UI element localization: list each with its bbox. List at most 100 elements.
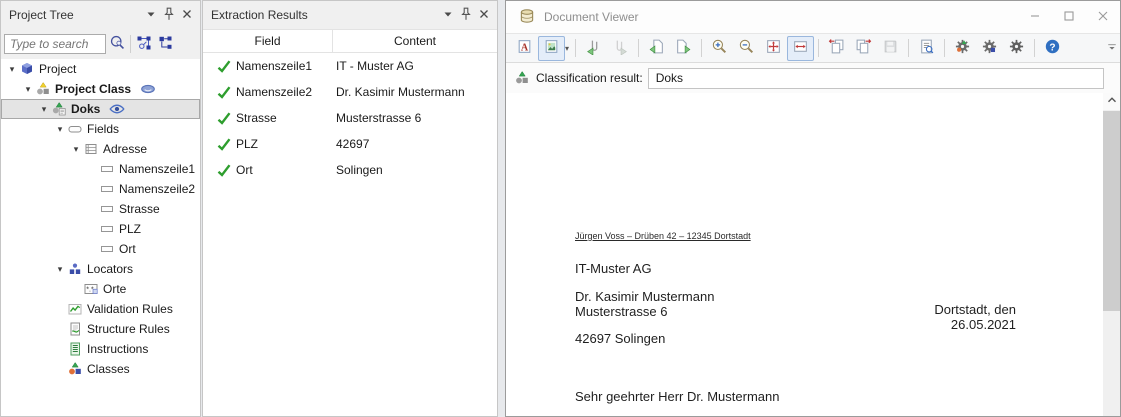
zoom-in-button[interactable] xyxy=(706,36,733,61)
expander-icon[interactable]: ▾ xyxy=(21,84,35,95)
save-icon xyxy=(882,38,899,58)
recognize-button[interactable] xyxy=(913,36,940,61)
column-header-field[interactable]: Field xyxy=(203,30,333,52)
document-page[interactable]: Jürgen Voss – Drüben 42 – 12345 Dortstad… xyxy=(506,93,1120,416)
tree-item-namenszeile2[interactable]: Namenszeile2 xyxy=(1,179,200,199)
project-tree-title: Project Tree xyxy=(9,8,142,22)
overflow-icon xyxy=(1106,41,1118,56)
scrollbar-thumb[interactable] xyxy=(1103,111,1120,311)
document-viewer-icon xyxy=(518,7,536,28)
close-window-button[interactable] xyxy=(1086,3,1120,31)
extraction-row-plz[interactable]: PLZ42697 xyxy=(203,131,497,157)
tree-item-classes[interactable]: Classes xyxy=(1,359,200,379)
toolbar-separator xyxy=(944,39,945,57)
fit-page-button[interactable] xyxy=(760,36,787,61)
previous-document-icon xyxy=(585,38,602,58)
pin-icon xyxy=(458,6,474,25)
field-name: Ort xyxy=(236,163,253,177)
close-panel-button[interactable] xyxy=(178,6,196,24)
tree-item-strasse[interactable]: Strasse xyxy=(1,199,200,219)
classification-value: Doks xyxy=(656,71,683,85)
validation-rules-icon xyxy=(67,301,83,317)
zoom-out-button[interactable] xyxy=(733,36,760,61)
tree-view-button[interactable] xyxy=(155,34,177,54)
verify-gear-button[interactable] xyxy=(976,36,1003,61)
tree-item-namenszeile1[interactable]: Namenszeile1 xyxy=(1,159,200,179)
expander-icon[interactable]: ▾ xyxy=(53,124,67,135)
previous-page-button[interactable] xyxy=(643,36,670,61)
classification-result-field[interactable]: Doks xyxy=(648,68,1104,89)
check-icon xyxy=(216,84,232,100)
check-icon xyxy=(216,110,232,126)
previous-document-button[interactable] xyxy=(580,36,607,61)
tree-item-instructions[interactable]: Instructions xyxy=(1,339,200,359)
tree-item-validation-rules[interactable]: Validation Rules xyxy=(1,299,200,319)
group-icon xyxy=(83,141,99,157)
zoom-out-icon xyxy=(738,38,755,58)
extraction-row-strasse[interactable]: StrasseMusterstrasse 6 xyxy=(203,105,497,131)
image-view-button[interactable] xyxy=(538,36,565,61)
classify-gear-button[interactable] xyxy=(949,36,976,61)
tree-item-doks[interactable]: ▾ Doks xyxy=(1,99,200,119)
search-input[interactable] xyxy=(4,34,106,54)
tree-item-adresse[interactable]: ▾ Adresse xyxy=(1,139,200,159)
toolbar-separator xyxy=(575,39,576,57)
extraction-row-ort[interactable]: OrtSolingen xyxy=(203,157,497,183)
dropdown-arrow-icon[interactable]: ▾ xyxy=(565,44,569,53)
expander-icon[interactable]: ▾ xyxy=(37,104,51,115)
tree-item-label: Doks xyxy=(71,102,100,116)
expander-icon[interactable]: ▾ xyxy=(53,264,67,275)
search-button[interactable] xyxy=(106,34,128,54)
pin-panel-button[interactable] xyxy=(457,6,475,24)
minimize-button[interactable] xyxy=(1018,3,1052,31)
import-pages-button[interactable] xyxy=(823,36,850,61)
scroll-up-button[interactable] xyxy=(1103,93,1120,110)
project-cube-icon xyxy=(19,61,35,77)
panel-menu-button[interactable] xyxy=(439,6,457,24)
diagram-view-button[interactable] xyxy=(133,34,155,54)
tree-item-orte[interactable]: *.*Orte xyxy=(1,279,200,299)
tree-item-locators[interactable]: ▾ Locators xyxy=(1,259,200,279)
tree-item-label: Project xyxy=(39,62,76,76)
close-panel-button[interactable] xyxy=(475,6,493,24)
fit-width-button[interactable] xyxy=(787,36,814,61)
image-view-icon xyxy=(543,38,560,58)
column-header-content[interactable]: Content xyxy=(333,30,497,52)
extraction-row-namenszeile2[interactable]: Namenszeile2Dr. Kasimir Mustermann xyxy=(203,79,497,105)
pin-panel-button[interactable] xyxy=(160,6,178,24)
tree-item-fields[interactable]: ▾ Fields xyxy=(1,119,200,139)
locators-icon xyxy=(67,261,83,277)
tree-item-label: Locators xyxy=(87,262,133,276)
field-icon xyxy=(99,181,115,197)
maximize-button[interactable] xyxy=(1052,3,1086,31)
search-icon xyxy=(109,34,126,54)
next-page-button[interactable] xyxy=(670,36,697,61)
tree-item-plz[interactable]: PLZ xyxy=(1,219,200,239)
previous-page-icon xyxy=(648,38,665,58)
tree-item-label: Fields xyxy=(87,122,119,136)
locator-icon: *.* xyxy=(83,281,99,297)
help-button[interactable]: ? xyxy=(1039,36,1066,61)
settings-gear-button[interactable] xyxy=(1003,36,1030,61)
tree-view-icon xyxy=(158,35,174,54)
tree-item-structure-rules[interactable]: Structure Rules xyxy=(1,319,200,339)
text-view-button[interactable]: A xyxy=(511,36,538,61)
extraction-row-namenszeile1[interactable]: Namenszeile1IT - Muster AG xyxy=(203,53,497,79)
toolbar-overflow-button[interactable] xyxy=(1106,38,1118,58)
tree-item-label: Adresse xyxy=(103,142,147,156)
tree-item-project-class[interactable]: ▾Project Class xyxy=(1,79,200,99)
tree-item-project[interactable]: ▾ Project xyxy=(1,59,200,79)
vertical-scrollbar[interactable] xyxy=(1103,93,1120,416)
doks-class-icon xyxy=(51,101,67,117)
expander-icon[interactable]: ▾ xyxy=(69,144,83,155)
field-icon xyxy=(99,161,115,177)
document-viewer-titlebar: Document Viewer xyxy=(506,1,1120,34)
panel-menu-button[interactable] xyxy=(142,6,160,24)
export-pages-button[interactable] xyxy=(850,36,877,61)
save-button[interactable] xyxy=(877,36,904,61)
import-pages-icon xyxy=(828,38,845,58)
next-document-button[interactable] xyxy=(607,36,634,61)
tree-item-ort[interactable]: Ort xyxy=(1,239,200,259)
expander-icon[interactable]: ▾ xyxy=(5,64,19,75)
field-name: PLZ xyxy=(236,137,258,151)
